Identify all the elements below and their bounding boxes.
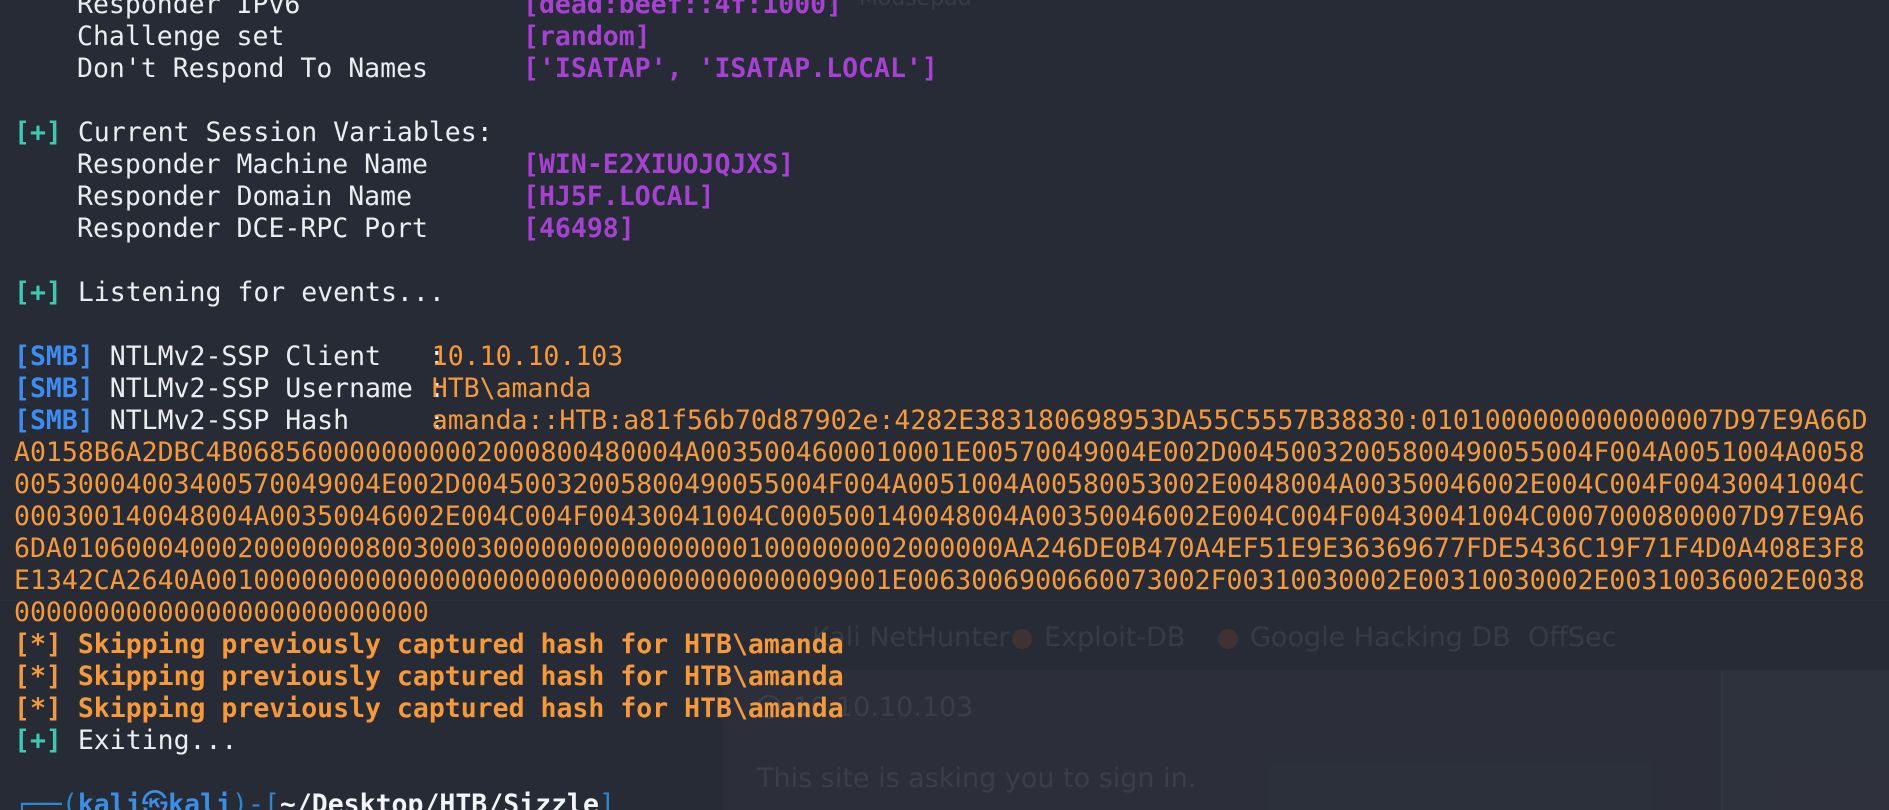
- skip-line-3: [*] Skipping previously captured hash fo…: [14, 693, 844, 724]
- kali-skull-icon: ㉿: [141, 789, 169, 810]
- prompt-path: ~/Desktop/HTB/Sizzle: [279, 789, 599, 810]
- smb-username-line: [SMB] NTLMv2-SSP Username : HTB\amanda: [14, 373, 592, 404]
- terminal-output: Responder IPv6 [dead:beef::4f:1000] Chall…: [14, 0, 1876, 810]
- prompt-host: kali: [168, 789, 232, 810]
- session-heading: [+] Current Session Variables:: [14, 117, 493, 148]
- terminal-window[interactable]: ~/ · Mousepad Kali NetHunter Exploit-DB …: [0, 0, 1889, 810]
- exit-line: [+] Exiting...: [14, 725, 238, 756]
- smb-client-line: [SMB] NTLMv2-SSP Client : 10.10.10.103: [14, 341, 624, 372]
- option-row-ipv6: Responder IPv6 [dead:beef::4f:1000]: [77, 0, 843, 20]
- listening-line: [+] Listening for events...: [14, 277, 445, 308]
- session-row-port: Responder DCE-RPC Port [46498]: [77, 213, 635, 244]
- session-row-machine: Responder Machine Name [WIN-E2XIUOJQJXS]: [77, 149, 795, 180]
- skip-line-2: [*] Skipping previously captured hash fo…: [14, 661, 844, 692]
- option-row-challenge: Challenge set [random]: [77, 21, 651, 52]
- prompt-user: kali: [77, 789, 142, 810]
- skip-line-1: [*] Skipping previously captured hash fo…: [14, 629, 844, 660]
- session-row-domain: Responder Domain Name [HJ5F.LOCAL]: [77, 181, 715, 212]
- shell-prompt[interactable]: ┌──(kali㉿kali)-[~/Desktop/HTB/Sizzle]: [14, 789, 1876, 810]
- option-row-names: Don't Respond To Names ['ISATAP', 'ISATAP…: [77, 53, 938, 84]
- smb-hash-block[interactable]: [SMB] NTLMv2-SSP Hash : amanda::HTB:a81f…: [14, 405, 1876, 629]
- ntlmv2-hash-value[interactable]: amanda::HTB:a81f56b70d87902e:4282E383180…: [14, 405, 1868, 628]
